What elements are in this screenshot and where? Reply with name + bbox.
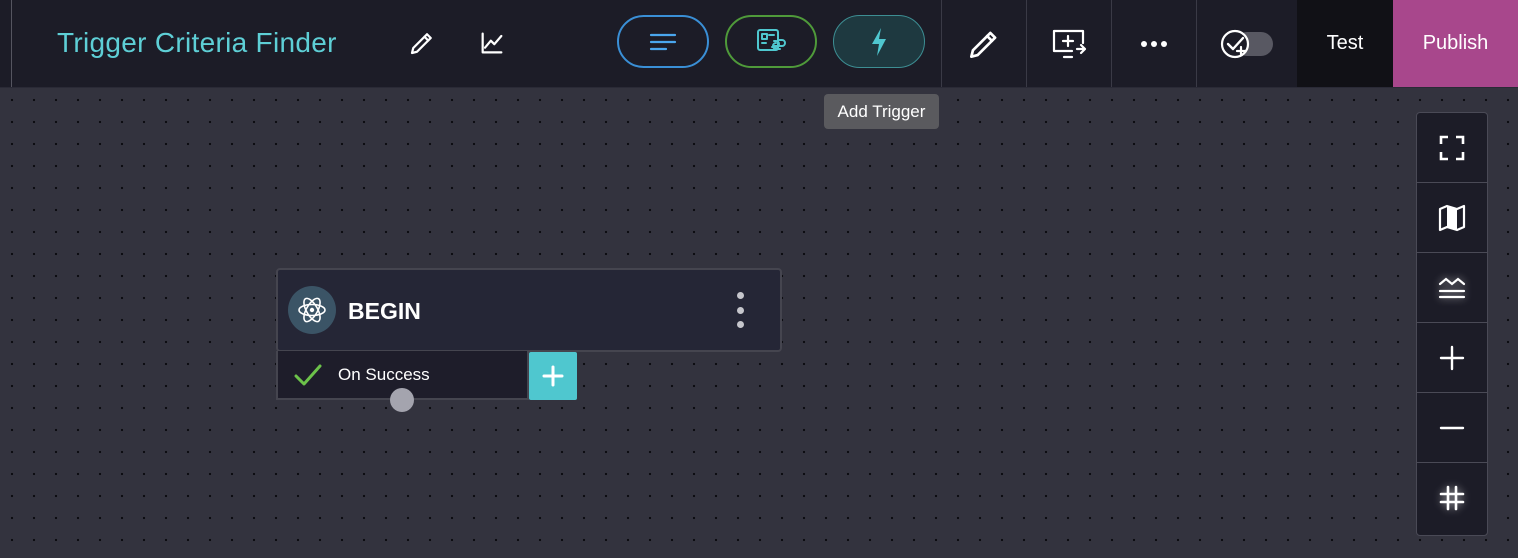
add-trigger-button[interactable] — [833, 15, 925, 68]
zoom-out-icon — [1439, 426, 1465, 429]
edit-title-button[interactable] — [404, 25, 440, 61]
checkmark-icon — [292, 361, 324, 394]
canvas-controls — [1416, 112, 1488, 536]
vertical-dots-icon — [736, 292, 744, 299]
map-icon — [1438, 204, 1466, 231]
grid-icon — [1439, 485, 1465, 511]
connector-handle[interactable] — [390, 388, 414, 412]
zoom-in-icon — [1439, 345, 1465, 370]
add-step-button[interactable] — [529, 352, 577, 400]
linked-content-button[interactable] — [725, 15, 817, 68]
auto-align-button[interactable] — [1417, 253, 1487, 323]
publish-button[interactable]: Publish — [1393, 0, 1518, 87]
flow-title[interactable]: Trigger Criteria Finder — [57, 24, 337, 62]
present-button[interactable] — [1027, 0, 1111, 87]
outcome-label: On Success — [338, 365, 430, 384]
lightning-bolt-icon — [872, 27, 886, 56]
top-toolbar: Trigger Criteria Finder Test Publish — [0, 0, 1518, 88]
fullscreen-button[interactable] — [1417, 113, 1487, 183]
edit-flow-button[interactable] — [942, 0, 1026, 87]
test-button[interactable]: Test — [1297, 0, 1393, 87]
validate-toggle[interactable] — [1197, 0, 1297, 87]
analytics-button[interactable] — [474, 25, 510, 61]
more-options-button[interactable] — [1112, 0, 1196, 87]
atom-icon — [288, 286, 336, 334]
minimap-button[interactable] — [1417, 183, 1487, 253]
align-icon — [1438, 277, 1466, 298]
more-dots-icon — [1141, 40, 1167, 47]
linked-badge-icon — [757, 28, 786, 51]
fullscreen-icon — [1439, 135, 1465, 160]
vertical-dots-icon — [736, 321, 744, 328]
node-menu-button[interactable] — [730, 292, 750, 328]
check-add-toggle-icon — [1220, 29, 1273, 58]
pencil-icon — [410, 33, 432, 55]
plus-icon — [542, 365, 564, 387]
text-lines-icon — [649, 33, 677, 50]
vertical-dots-icon — [736, 306, 744, 314]
toolbar-divider — [11, 0, 12, 87]
add-trigger-tooltip: Add Trigger — [824, 94, 939, 129]
text-view-button[interactable] — [617, 15, 709, 68]
chart-line-icon — [481, 32, 503, 54]
grid-toggle-button[interactable] — [1417, 463, 1487, 533]
node-title: BEGIN — [348, 298, 421, 324]
pencil-icon — [969, 31, 997, 58]
zoom-in-button[interactable] — [1417, 323, 1487, 393]
zoom-out-button[interactable] — [1417, 393, 1487, 463]
screen-share-icon — [1052, 29, 1087, 58]
begin-node[interactable]: BEGIN — [276, 268, 782, 352]
